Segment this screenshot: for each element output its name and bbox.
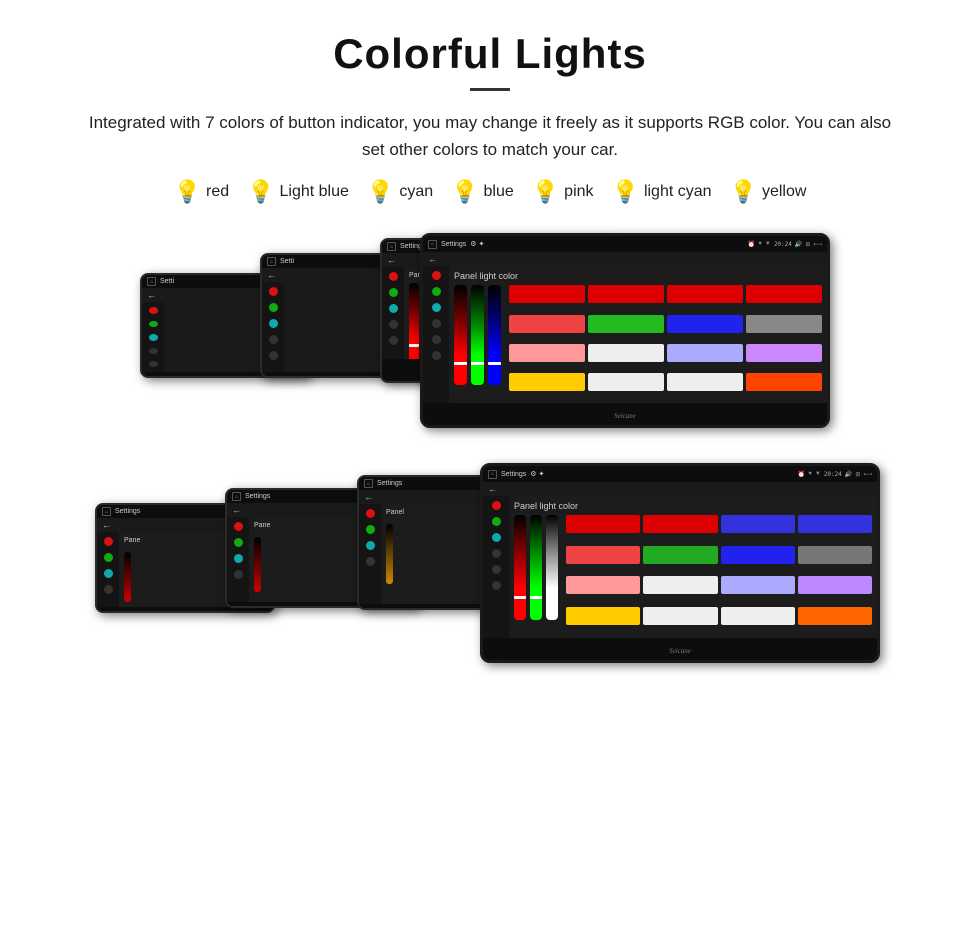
bulb-icon-yellow: 💡 (730, 181, 757, 203)
status-time: 20:24 (774, 241, 792, 248)
color-item-lightcyan: 💡 light cyan (612, 181, 712, 203)
bulb-icon-blue: 💡 (451, 181, 478, 203)
color-item-lightblue: 💡 Light blue (247, 181, 349, 203)
color-indicators-row: 💡 red 💡 Light blue 💡 cyan 💡 blue 💡 pink … (40, 181, 940, 203)
bottom-watermark: Seicane (669, 647, 691, 655)
color-item-blue: 💡 blue (451, 181, 514, 203)
color-label-lightcyan: light cyan (644, 183, 712, 201)
page-description: Integrated with 7 colors of button indic… (80, 109, 900, 163)
bulb-icon-cyan: 💡 (367, 181, 394, 203)
page-title: Colorful Lights (40, 30, 940, 78)
panel-color-title: Panel light color (454, 271, 822, 281)
bulb-icon-lightcyan: 💡 (612, 181, 639, 203)
color-label-lightblue: Light blue (280, 183, 349, 201)
color-label-blue: blue (484, 183, 514, 201)
color-label-yellow: yellow (762, 183, 806, 201)
bulb-icon-red: 💡 (174, 181, 201, 203)
title-divider (470, 88, 510, 91)
color-item-pink: 💡 pink (532, 181, 594, 203)
color-label-red: red (206, 183, 229, 201)
color-item-yellow: 💡 yellow (730, 181, 807, 203)
page-container: Colorful Lights Integrated with 7 colors… (0, 0, 980, 743)
screen-main-top: ⌂ Settings ⚙ ✦ ⏰ ♥ ▼ 20:24 🔊 ⊞ ⟻ (420, 233, 830, 428)
top-screens-group: ⌂ Setti ME ← (140, 233, 840, 453)
color-label-cyan: cyan (399, 183, 433, 201)
bulb-icon-lightblue: 💡 (247, 181, 274, 203)
color-item-cyan: 💡 cyan (367, 181, 433, 203)
color-label-pink: pink (564, 183, 593, 201)
bulb-icon-pink: 💡 (532, 181, 559, 203)
bottom-screens-group: ⌂ Settings ME ← Pane (95, 463, 885, 703)
main-watermark: Seicane (614, 412, 636, 420)
color-item-red: 💡 red (174, 181, 230, 203)
bottom-screen-main: ⌂ Settings ⚙ ✦ ⏰ ♥ ▼ 20:24 🔊 ⊞ ⟻ ← (480, 463, 880, 663)
